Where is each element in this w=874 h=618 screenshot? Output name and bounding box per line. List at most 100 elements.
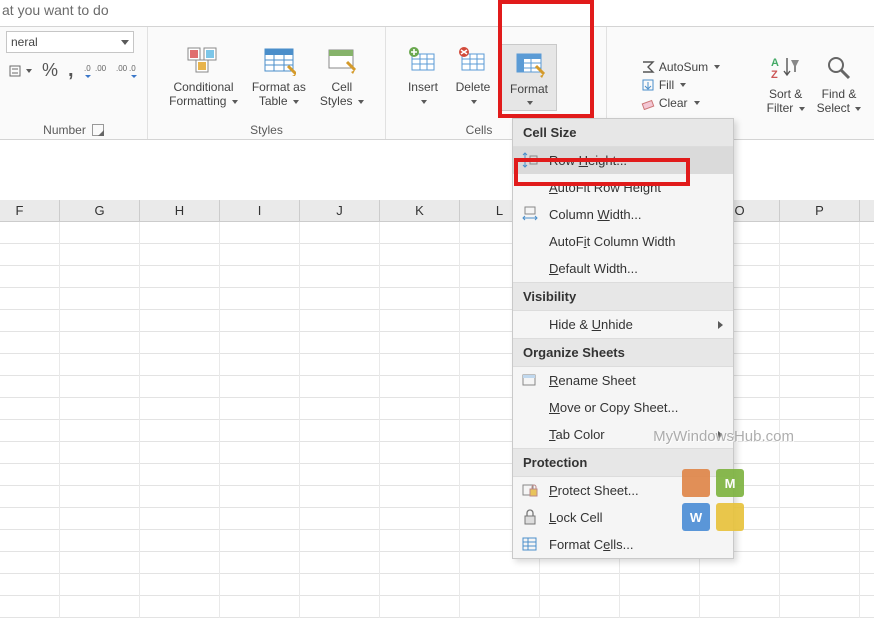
grid-row[interactable] bbox=[0, 574, 874, 596]
col-header[interactable]: F bbox=[0, 200, 60, 222]
group-label-styles: Styles bbox=[250, 123, 283, 137]
menu-hide-unhide[interactable]: Hide & Unhide bbox=[513, 311, 733, 338]
grid-row[interactable] bbox=[0, 596, 874, 618]
chevron-down-icon bbox=[26, 69, 32, 73]
svg-text:Z: Z bbox=[771, 69, 778, 81]
group-styles: ConditionalFormatting Format asTable Cel… bbox=[148, 27, 386, 139]
chevron-down-icon bbox=[421, 100, 427, 104]
comma-style-button[interactable]: , bbox=[68, 59, 74, 82]
sigma-icon bbox=[641, 60, 655, 74]
autosum-button[interactable]: AutoSum bbox=[641, 60, 720, 74]
grid-row[interactable] bbox=[0, 354, 874, 376]
svg-text:.00: .00 bbox=[95, 64, 106, 73]
chevron-down-icon bbox=[855, 107, 861, 111]
chevron-down-icon bbox=[714, 65, 720, 69]
accounting-icon bbox=[8, 64, 22, 78]
find-select-button[interactable]: Find &Select bbox=[813, 51, 866, 117]
col-header[interactable]: I bbox=[220, 200, 300, 222]
dialog-launcher-icon[interactable] bbox=[92, 124, 104, 136]
ribbon: neral % , .0.00 .00.0 Number bbox=[0, 26, 874, 140]
cell-styles-button[interactable]: CellStyles bbox=[316, 44, 368, 110]
menu-rename-sheet[interactable]: Rename Sheet bbox=[513, 367, 733, 394]
format-label: Format bbox=[510, 82, 548, 96]
menu-move-copy[interactable]: Move or Copy Sheet... bbox=[513, 394, 733, 421]
watermark-text: MyWindowsHub.com bbox=[653, 428, 794, 445]
format-as-table-button[interactable]: Format asTable bbox=[248, 44, 310, 110]
clear-button[interactable]: Clear bbox=[641, 96, 720, 110]
lock-icon bbox=[521, 508, 539, 526]
col-header[interactable]: J bbox=[300, 200, 380, 222]
delete-label: Delete bbox=[456, 80, 491, 94]
cell-styles-label: CellStyles bbox=[320, 80, 364, 108]
col-header[interactable]: G bbox=[60, 200, 140, 222]
grid-row[interactable] bbox=[0, 376, 874, 398]
grid-row[interactable] bbox=[0, 222, 874, 244]
menu-label: Column Width... bbox=[549, 207, 642, 222]
menu-default-width[interactable]: Default Width... bbox=[513, 255, 733, 282]
menu-autofit-row[interactable]: AutoFit Row Height bbox=[513, 174, 733, 201]
column-headers[interactable]: F G H I J K L M N O P bbox=[0, 200, 874, 222]
row-height-icon bbox=[521, 151, 539, 169]
editing-stack: AutoSum Fill Clear bbox=[641, 58, 720, 110]
find-select-icon bbox=[821, 53, 857, 83]
menu-column-width[interactable]: Column Width... bbox=[513, 201, 733, 228]
sort-filter-button[interactable]: AZ Sort &Filter bbox=[763, 51, 809, 117]
grid-row[interactable] bbox=[0, 398, 874, 420]
chevron-down-icon bbox=[358, 100, 364, 104]
col-header[interactable]: H bbox=[140, 200, 220, 222]
sort-filter-icon: AZ bbox=[768, 53, 804, 83]
grid-row[interactable] bbox=[0, 244, 874, 266]
clear-label: Clear bbox=[659, 96, 688, 110]
grid-row[interactable] bbox=[0, 442, 874, 464]
watermark-logo: M W bbox=[682, 469, 744, 531]
format-as-table-icon bbox=[261, 46, 297, 76]
percent-button[interactable]: % bbox=[42, 60, 58, 81]
menu-row-height[interactable]: Row Height... bbox=[513, 147, 733, 174]
menu-label: AutoFit Row Height bbox=[549, 180, 661, 195]
fill-button[interactable]: Fill bbox=[641, 78, 720, 92]
chevron-down-icon bbox=[680, 83, 686, 87]
chevron-down-icon bbox=[121, 40, 129, 45]
conditional-formatting-button[interactable]: ConditionalFormatting bbox=[165, 44, 242, 110]
menu-label: Rename Sheet bbox=[549, 373, 636, 388]
chevron-down-icon bbox=[527, 101, 533, 105]
menu-autofit-col[interactable]: AutoFit Column Width bbox=[513, 228, 733, 255]
grid-row[interactable] bbox=[0, 310, 874, 332]
group-label-cells: Cells bbox=[466, 123, 493, 137]
accounting-format-button[interactable] bbox=[8, 64, 32, 78]
insert-icon bbox=[405, 46, 441, 76]
increase-decimal-icon: .0.00 bbox=[84, 62, 106, 80]
format-button[interactable]: Format bbox=[501, 44, 557, 111]
delete-button[interactable]: Delete bbox=[451, 44, 495, 110]
decrease-decimal-icon: .00.0 bbox=[116, 62, 138, 80]
menu-section-visibility: Visibility bbox=[513, 282, 733, 311]
grid-row[interactable] bbox=[0, 530, 874, 552]
menu-label: Tab Color bbox=[549, 427, 605, 442]
increase-decimal-button[interactable]: .0.00 bbox=[84, 62, 106, 80]
protect-icon bbox=[521, 481, 539, 499]
col-header[interactable]: K bbox=[380, 200, 460, 222]
grid-row[interactable] bbox=[0, 332, 874, 354]
grid-row[interactable] bbox=[0, 288, 874, 310]
menu-format-cells[interactable]: Format Cells... bbox=[513, 531, 733, 558]
menu-label: Default Width... bbox=[549, 261, 638, 276]
fill-label: Fill bbox=[659, 78, 674, 92]
grid-row[interactable] bbox=[0, 552, 874, 574]
conditional-formatting-label: ConditionalFormatting bbox=[169, 80, 238, 108]
chevron-down-icon bbox=[471, 100, 477, 104]
tellme-hint[interactable]: at you want to do bbox=[0, 2, 109, 18]
menu-label: Protect Sheet... bbox=[549, 483, 639, 498]
col-header[interactable]: P bbox=[780, 200, 860, 222]
chevron-down-icon bbox=[232, 100, 238, 104]
number-format-combo[interactable]: neral bbox=[6, 31, 134, 53]
chevron-down-icon bbox=[694, 101, 700, 105]
insert-button[interactable]: Insert bbox=[401, 44, 445, 110]
grid-area[interactable] bbox=[0, 222, 874, 613]
format-icon bbox=[511, 48, 547, 78]
decrease-decimal-button[interactable]: .00.0 bbox=[116, 62, 138, 80]
grid-row[interactable] bbox=[0, 266, 874, 288]
menu-label: Move or Copy Sheet... bbox=[549, 400, 678, 415]
menu-section-cell-size: Cell Size bbox=[513, 119, 733, 147]
autosum-label: AutoSum bbox=[659, 60, 708, 74]
menu-label: Lock Cell bbox=[549, 510, 602, 525]
